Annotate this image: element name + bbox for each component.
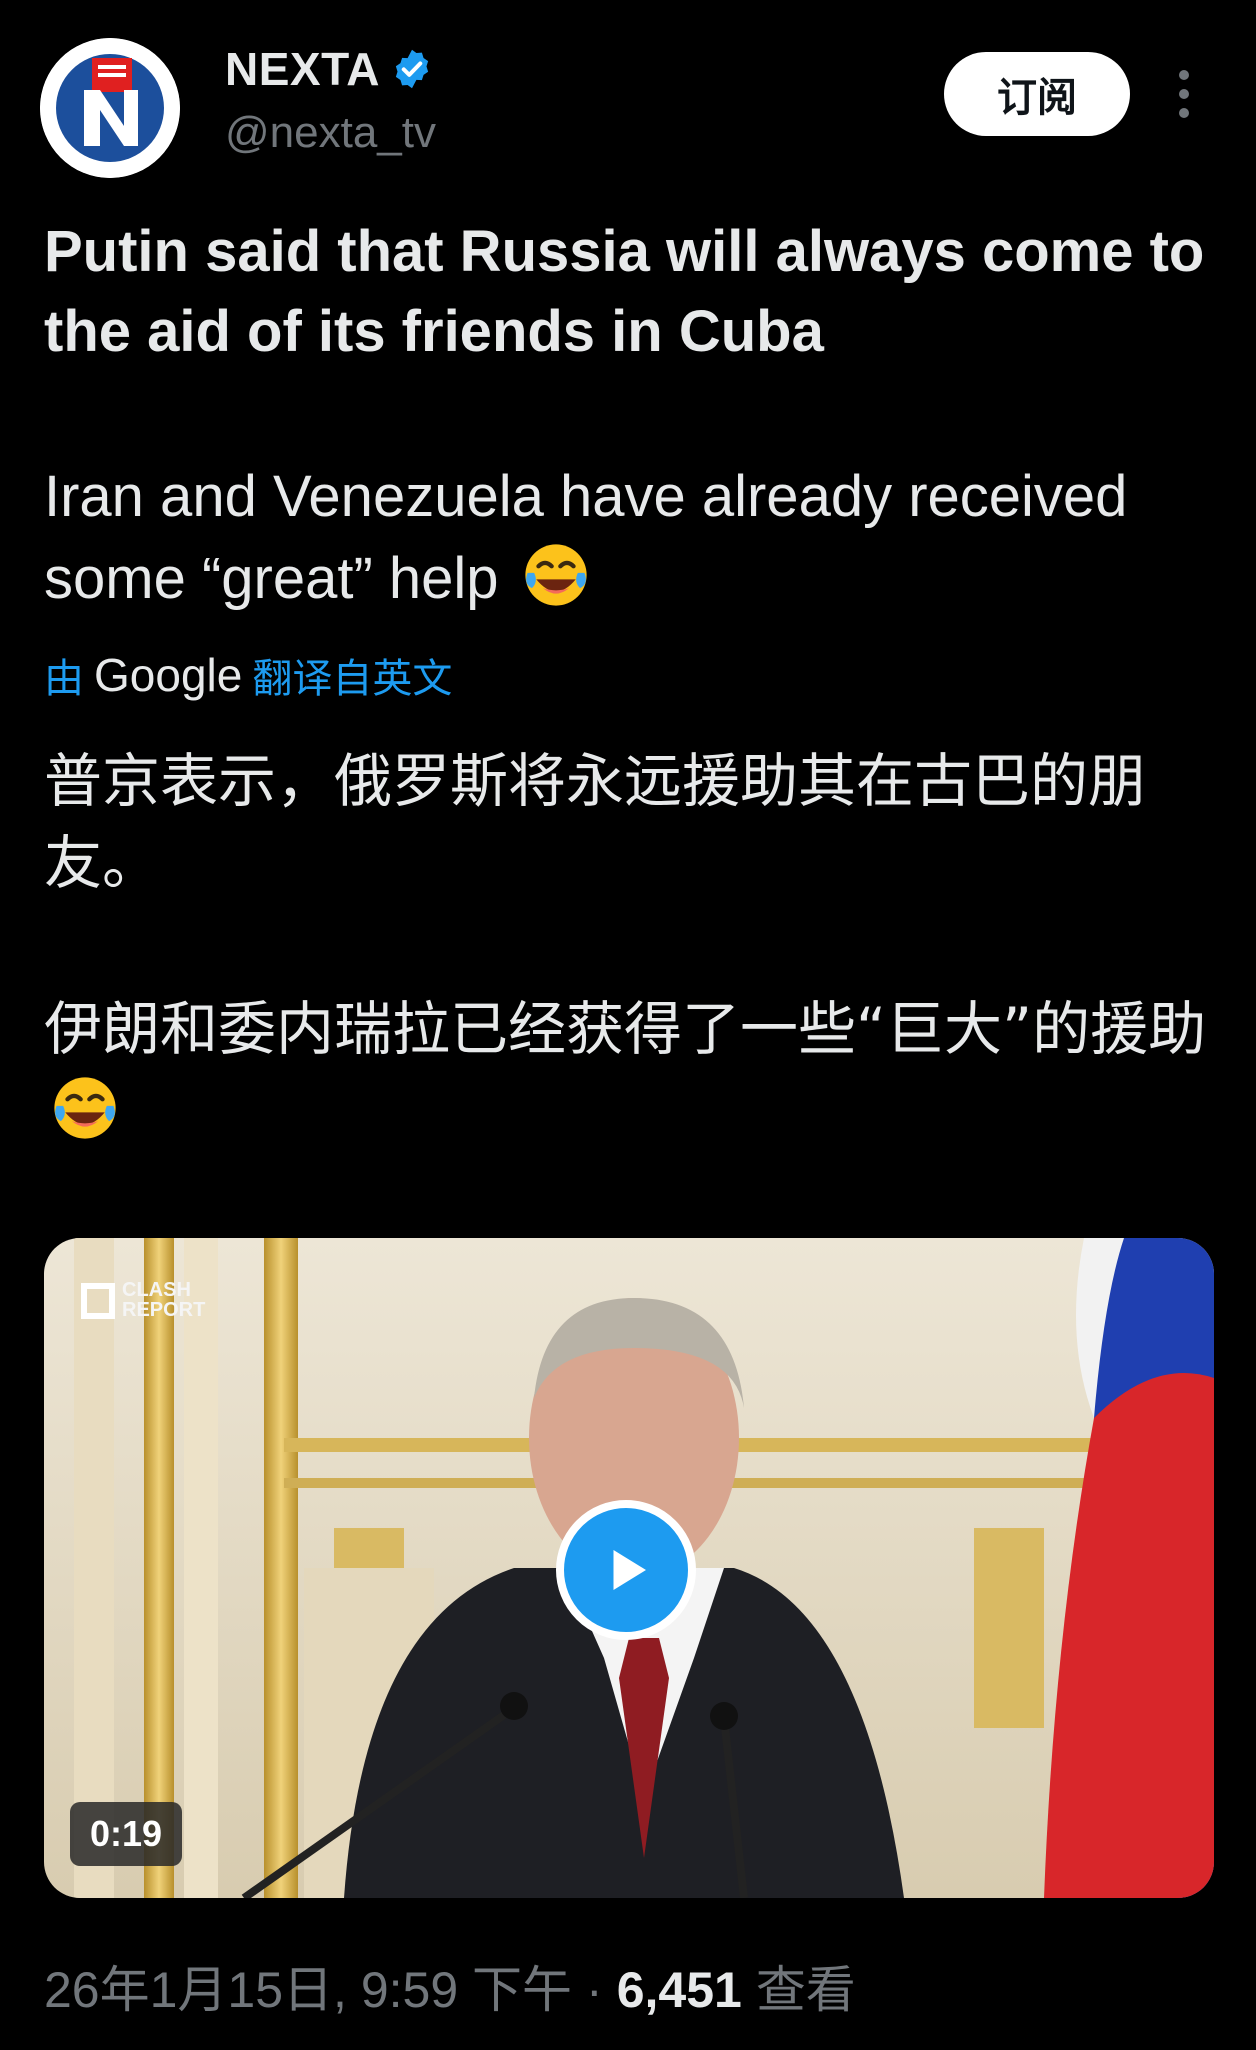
translated-paragraph-1: 普京表示，俄罗斯将永远援助其在古巴的朋友。 bbox=[44, 747, 1147, 897]
translation-prefix: 由 bbox=[44, 656, 84, 702]
subscribe-button[interactable]: 订阅 bbox=[944, 52, 1130, 136]
translation-source: 翻译自英文 bbox=[252, 656, 453, 702]
meta-separator: · bbox=[586, 1962, 603, 2018]
play-icon bbox=[613, 1550, 646, 1590]
post-headline: Putin said that Russia will always come … bbox=[44, 219, 1205, 364]
view-count-label: 查看 bbox=[755, 1962, 856, 2018]
translated-paragraph-2: 伊朗和委内瑞拉已经获得了一些“巨大”的援助 bbox=[44, 988, 1224, 1152]
account-handle[interactable]: @nexta_tv bbox=[225, 108, 436, 158]
video-watermark: CLASH REPORT bbox=[122, 1279, 206, 1321]
face-with-tears-of-joy-icon bbox=[525, 544, 587, 606]
post-body: Iran and Venezuela have already received… bbox=[44, 456, 1224, 620]
view-count: 6,451 bbox=[616, 1962, 742, 2018]
avatar[interactable] bbox=[40, 38, 180, 178]
play-button[interactable] bbox=[556, 1500, 696, 1640]
account-name[interactable]: NEXTA bbox=[225, 42, 380, 96]
post-datetime[interactable]: 26年1月15日, 9:59 下午 bbox=[44, 1950, 572, 2022]
translated-paragraph-2-text: 伊朗和委内瑞拉已经获得了一些“巨大”的援助 bbox=[44, 995, 1207, 1063]
video-duration: 0:19 bbox=[70, 1802, 182, 1866]
more-options-icon[interactable] bbox=[1176, 70, 1192, 118]
google-logo: Google bbox=[94, 649, 243, 701]
verified-badge-icon bbox=[395, 49, 429, 89]
nexta-logo-icon bbox=[40, 38, 180, 178]
account-name-row[interactable]: NEXTA bbox=[225, 42, 434, 96]
post-meta: 26年1月15日, 9:59 下午 · 6,451 查看 bbox=[44, 1950, 856, 2022]
face-with-tears-of-joy-icon bbox=[54, 1077, 116, 1139]
translation-attribution[interactable]: 由 Google 翻译自英文 bbox=[44, 646, 452, 704]
